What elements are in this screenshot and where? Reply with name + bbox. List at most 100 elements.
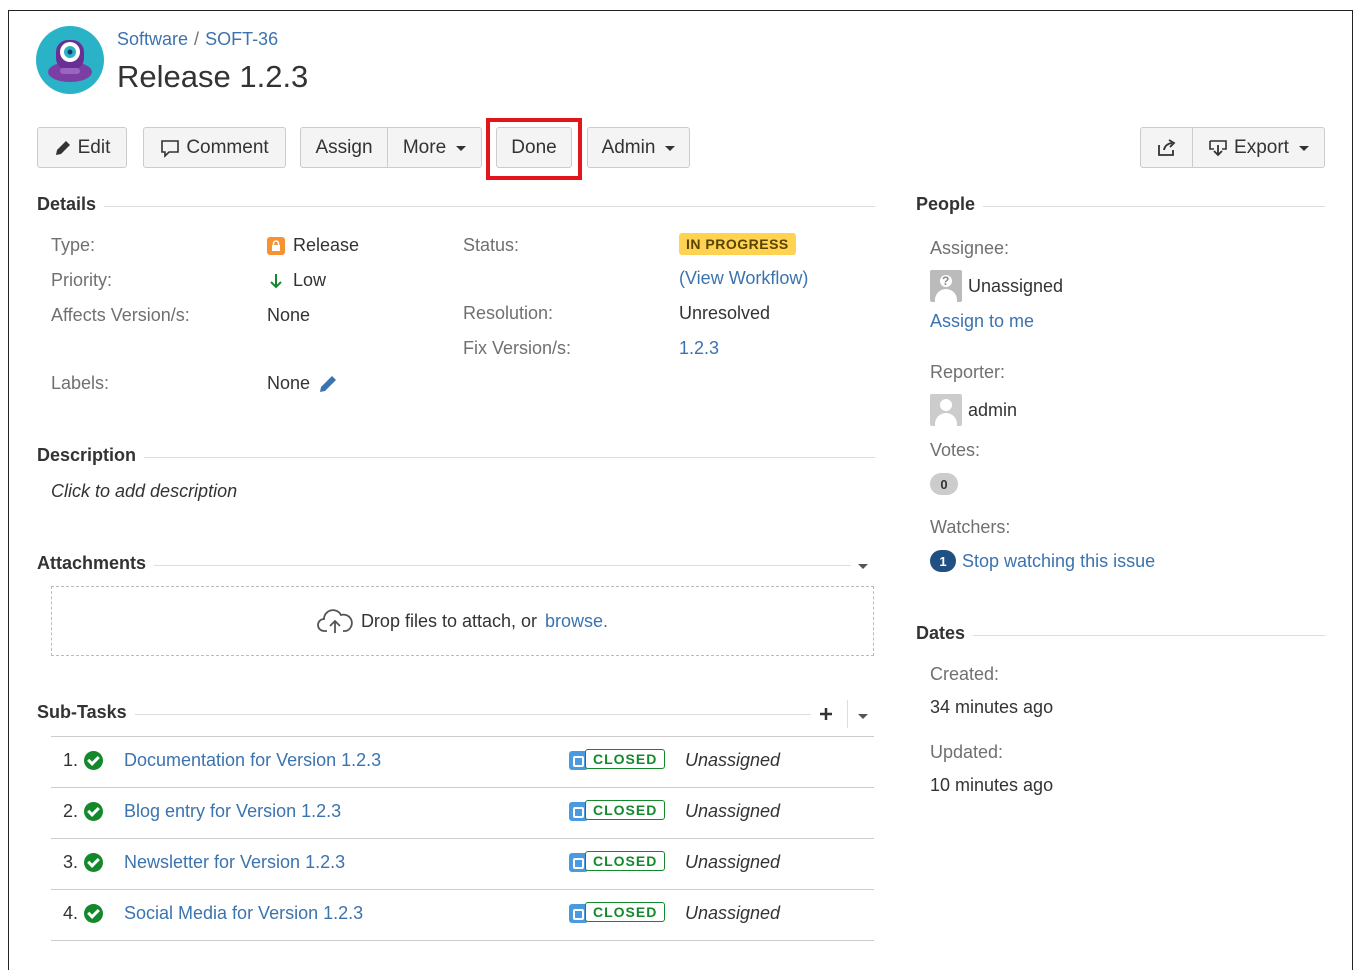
subtask-assignee: Unassigned: [685, 852, 781, 872]
arrow-down-icon: [270, 273, 282, 288]
resolved-check-icon: [84, 853, 103, 872]
subtask-assignee: Unassigned: [685, 903, 781, 923]
subtask-number: 1.: [63, 750, 79, 770]
attachment-dropzone[interactable]: Drop files to attach, or browse.: [51, 586, 874, 656]
export-button-label: Export: [1234, 136, 1289, 158]
comment-icon: [161, 139, 180, 158]
view-workflow-link[interactable]: View Workflow: [685, 268, 802, 288]
avatar: [930, 394, 962, 426]
subtask-number: 2.: [63, 801, 79, 821]
dates-heading[interactable]: Dates: [916, 623, 974, 644]
status-value: IN PROGRESS: [679, 233, 796, 255]
subtask-row[interactable]: 1. Documentation for Version 1.2.3 CLOSE…: [51, 737, 874, 788]
subtasks-options-chevron-down-icon[interactable]: [858, 714, 868, 719]
subtask-row[interactable]: 2. Blog entry for Version 1.2.3 CLOSED U…: [51, 788, 874, 839]
release-type-icon: [267, 236, 285, 255]
assignee-name: Unassigned: [968, 275, 1064, 296]
subtask-link[interactable]: Social Media for Version 1.2.3: [124, 903, 363, 924]
votes-count-badge[interactable]: 0: [930, 473, 958, 495]
share-button[interactable]: [1140, 127, 1193, 168]
priority-value: Low: [267, 270, 326, 291]
affects-version-value[interactable]: None: [267, 305, 310, 326]
resolution-label: Resolution:: [463, 303, 554, 323]
unassigned-avatar: ?: [930, 270, 962, 302]
labels-value[interactable]: None: [267, 373, 338, 394]
created-label: Created:: [930, 664, 1000, 684]
breadcrumb-issue-key[interactable]: SOFT-36: [205, 29, 278, 49]
description-heading[interactable]: Description: [37, 445, 145, 466]
affects-version-label: Affects Version/s:: [51, 305, 190, 325]
view-workflow[interactable]: (View Workflow): [679, 268, 808, 289]
share-icon: [1157, 138, 1175, 156]
priority-label: Priority:: [51, 270, 113, 290]
assign-button[interactable]: Assign: [300, 127, 388, 168]
status-badge: CLOSED: [585, 800, 666, 820]
people-heading[interactable]: People: [916, 194, 984, 215]
description-placeholder[interactable]: Click to add description: [51, 481, 237, 502]
browse-link[interactable]: browse.: [545, 611, 608, 632]
watchers-count-badge[interactable]: 1: [930, 550, 956, 572]
subtask-assignee: Unassigned: [685, 750, 781, 770]
assign-button-label: Assign: [315, 136, 373, 158]
paren-close: ): [802, 268, 809, 288]
status-lozenge[interactable]: IN PROGRESS: [679, 233, 796, 255]
attachments-heading[interactable]: Attachments: [37, 553, 155, 574]
attachments-divider: [37, 565, 851, 566]
assignee-label: Assignee:: [930, 238, 1010, 258]
subtask-link[interactable]: Newsletter for Version 1.2.3: [124, 852, 345, 873]
breadcrumb-separator: /: [194, 29, 200, 49]
subtask-link[interactable]: Blog entry for Version 1.2.3: [124, 801, 341, 822]
comment-button-label: Comment: [186, 136, 269, 158]
breadcrumb: Software / SOFT-36: [117, 29, 278, 50]
votes-label: Votes:: [930, 440, 981, 460]
status-badge: CLOSED: [585, 749, 666, 769]
resolved-check-icon: [84, 802, 103, 821]
details-heading[interactable]: Details: [37, 194, 105, 215]
reporter-label: Reporter:: [930, 362, 1006, 382]
subtask-assignee: Unassigned: [685, 801, 781, 821]
admin-button-label: Admin: [601, 136, 656, 158]
add-subtask-plus-icon[interactable]: [818, 706, 834, 722]
edit-button[interactable]: Edit: [37, 127, 127, 168]
page-title: Release 1.2.3: [117, 59, 309, 94]
edit-pencil-icon[interactable]: [318, 374, 338, 394]
subtasks-divider: [37, 714, 811, 715]
project-avatar[interactable]: [36, 26, 104, 94]
reporter-name: admin: [968, 399, 1018, 420]
subtask-link[interactable]: Documentation for Version 1.2.3: [124, 750, 381, 771]
resolved-check-icon: [84, 751, 103, 770]
comment-button[interactable]: Comment: [143, 127, 286, 168]
reporter-value[interactable]: admin: [930, 394, 1017, 426]
chevron-down-icon: [1298, 146, 1309, 151]
download-icon: [1209, 139, 1227, 156]
edit-button-label: Edit: [77, 136, 111, 158]
fix-version-link[interactable]: 1.2.3: [679, 338, 719, 359]
breadcrumb-project[interactable]: Software: [117, 29, 188, 49]
chevron-down-icon: [456, 146, 467, 151]
description-divider: [37, 457, 875, 458]
details-divider: [37, 206, 875, 207]
watchers-value: 1 Stop watching this issue: [930, 550, 1155, 572]
attachments-options-chevron-down-icon[interactable]: [858, 564, 868, 569]
subtask-row[interactable]: 4. Social Media for Version 1.2.3 CLOSED…: [51, 890, 874, 941]
stop-watching-link[interactable]: Stop watching this issue: [962, 551, 1155, 572]
subtask-number: 4.: [63, 903, 79, 923]
labels-label: Labels:: [51, 373, 110, 393]
more-button[interactable]: More: [388, 127, 482, 168]
type-value-text: Release: [293, 235, 360, 255]
type-label: Type:: [51, 235, 96, 255]
resolved-check-icon: [84, 904, 103, 923]
status-label: Status:: [463, 235, 520, 255]
subtasks-separator: [847, 700, 848, 728]
export-button[interactable]: Export: [1193, 127, 1325, 168]
assignee-value[interactable]: ? Unassigned: [930, 270, 1063, 302]
subtask-row[interactable]: 3. Newsletter for Version 1.2.3 CLOSED U…: [51, 839, 874, 890]
admin-button[interactable]: Admin: [587, 127, 690, 168]
subtask-number: 3.: [63, 852, 79, 872]
subtasks-heading[interactable]: Sub-Tasks: [37, 702, 135, 723]
status-badge: CLOSED: [585, 902, 666, 922]
pencil-icon: [55, 140, 70, 155]
done-highlight-box: [486, 118, 582, 180]
assign-to-me-link[interactable]: Assign to me: [930, 311, 1034, 332]
chevron-down-icon: [665, 146, 676, 151]
